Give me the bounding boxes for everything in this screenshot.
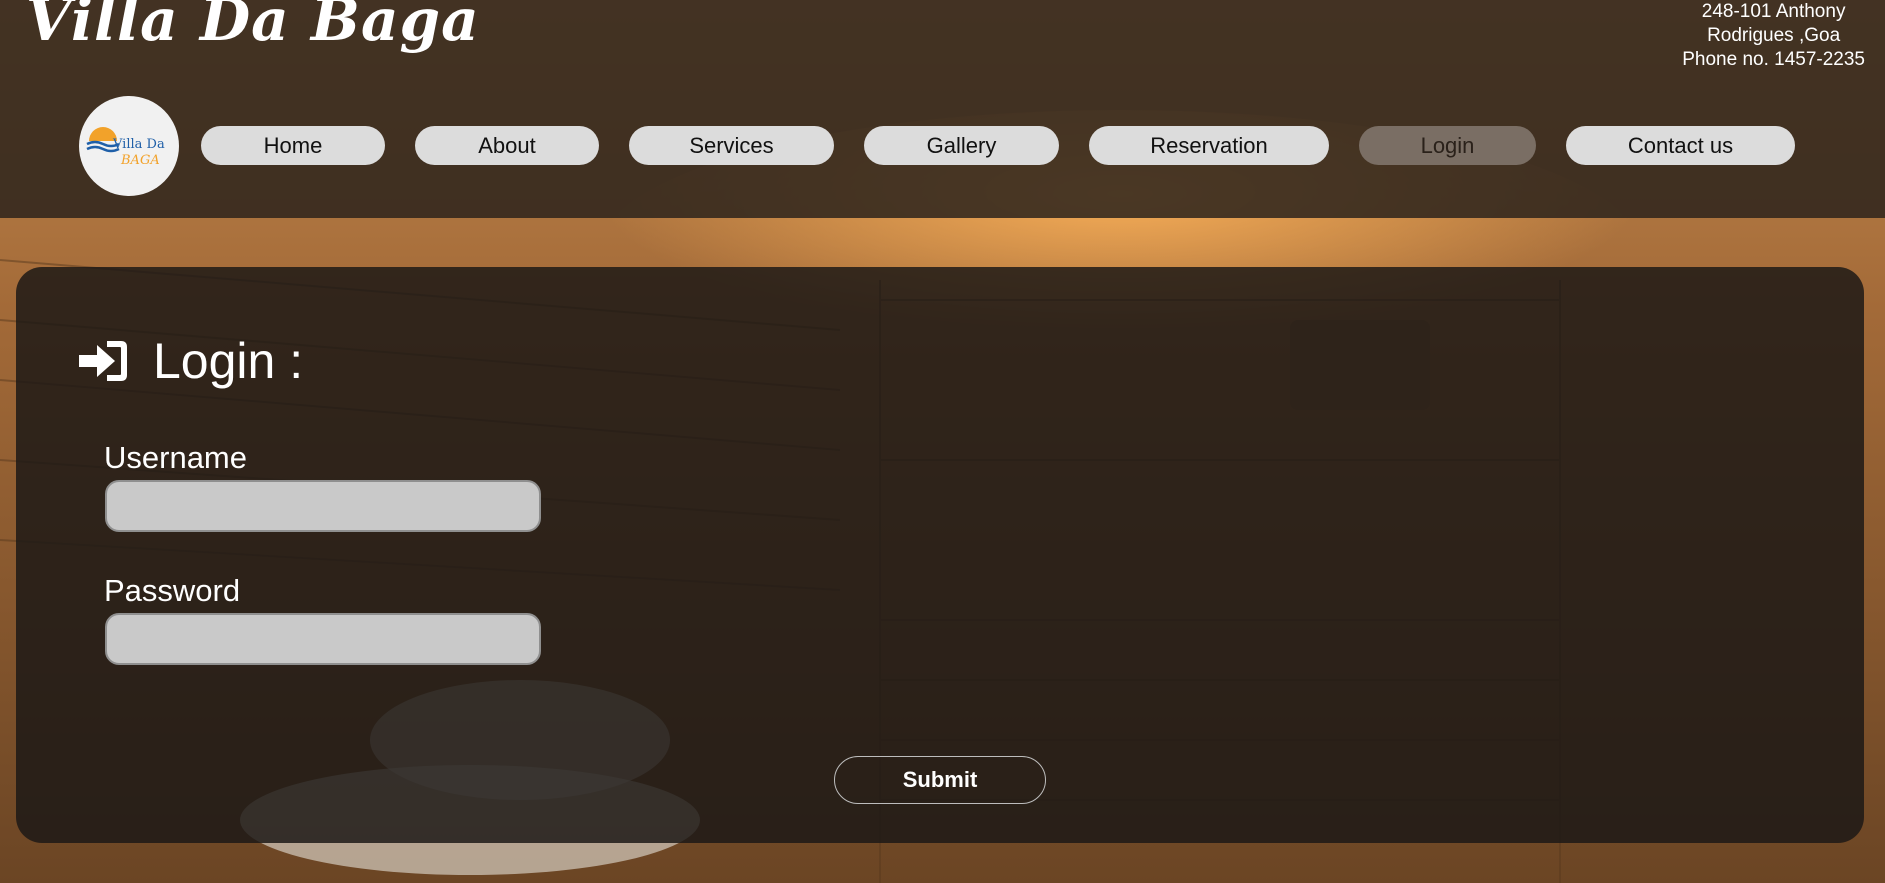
- sign-in-icon: [79, 341, 127, 381]
- contact-address: 248-101 Anthony Rodrigues ,Goa Phone no.…: [1682, 0, 1865, 72]
- nav-contact[interactable]: Contact us: [1566, 126, 1795, 165]
- password-label: Password: [104, 573, 241, 608]
- nav-home[interactable]: Home: [201, 126, 385, 165]
- address-line-2: Rodrigues ,Goa: [1707, 25, 1841, 46]
- site-title: Villa Da Baga: [26, 0, 480, 54]
- nav-login[interactable]: Login: [1359, 126, 1536, 165]
- address-line-1: 248-101 Anthony: [1701, 1, 1846, 22]
- password-input[interactable]: [105, 613, 541, 665]
- nav-about[interactable]: About: [415, 126, 599, 165]
- login-panel: Login : Username Password Submit: [16, 267, 1864, 843]
- login-heading-text: Login :: [153, 333, 304, 389]
- nav-services[interactable]: Services: [629, 126, 834, 165]
- main-nav: Home About Services Gallery Reservation …: [0, 126, 1885, 165]
- nav-gallery[interactable]: Gallery: [864, 126, 1059, 165]
- nav-reservation[interactable]: Reservation: [1089, 126, 1329, 165]
- login-heading: Login :: [77, 332, 303, 390]
- submit-button[interactable]: Submit: [834, 756, 1046, 804]
- username-label: Username: [104, 440, 247, 475]
- username-input[interactable]: [105, 480, 541, 532]
- phone-number: Phone no. 1457-2235: [1682, 49, 1865, 70]
- site-header: Villa Da Baga 248-101 Anthony Rodrigues …: [0, 0, 1885, 218]
